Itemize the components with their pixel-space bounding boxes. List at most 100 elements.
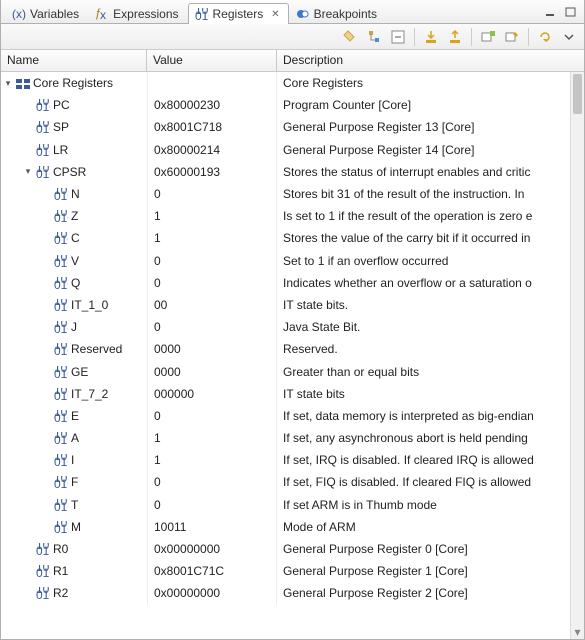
refresh-button[interactable] — [534, 26, 556, 48]
new-group-icon — [480, 29, 496, 45]
register-desc: If set ARM is in Thumb mode — [277, 498, 570, 512]
register-name: V — [71, 254, 79, 268]
table-row[interactable]: 10100101LR0x80000214General Purpose Regi… — [1, 139, 570, 161]
show-type-button[interactable] — [339, 26, 361, 48]
vertical-scrollbar[interactable]: ▾ — [570, 72, 584, 639]
register-desc: General Purpose Register 13 [Core] — [277, 120, 570, 134]
table-row[interactable]: 10100101IT_7_2000000IT state bits — [1, 383, 570, 405]
column-description[interactable]: Description — [277, 50, 584, 71]
register-desc: Stores the value of the carry bit if it … — [277, 231, 570, 245]
svg-text:0101: 0101 — [54, 233, 68, 244]
register-desc: If set, any asynchronous abort is held p… — [277, 431, 570, 445]
register-value: 1 — [147, 449, 277, 471]
close-icon[interactable]: ✕ — [271, 9, 279, 20]
table-row[interactable]: 10100101T0If set ARM is in Thumb mode — [1, 494, 570, 516]
register-value: 0 — [147, 494, 277, 516]
view-menu-button[interactable] — [558, 26, 580, 48]
register-value: 000000 — [147, 383, 277, 405]
svg-text:0101: 0101 — [54, 477, 68, 488]
svg-text:(x)=: (x)= — [12, 8, 26, 20]
maximize-button[interactable] — [564, 6, 578, 18]
binary-icon: 10100101 — [36, 587, 50, 599]
column-headers: Name Value Description — [1, 50, 584, 72]
minimize-button[interactable] — [544, 6, 558, 18]
table-row[interactable]: 10100101C1Stores the value of the carry … — [1, 227, 570, 249]
binary-icon: 10100101 — [54, 321, 68, 333]
table-row[interactable]: 10100101Q0Indicates whether an overflow … — [1, 272, 570, 294]
pin-icon — [504, 29, 520, 45]
table-row[interactable]: 10100101A1If set, any asynchronous abort… — [1, 427, 570, 449]
tab-variables[interactable]: (x)= Variables — [5, 3, 88, 24]
tab-breakpoints[interactable]: Breakpoints — [289, 3, 386, 24]
register-desc: General Purpose Register 14 [Core] — [277, 143, 570, 157]
new-group-button[interactable] — [477, 26, 499, 48]
table-row[interactable]: 10100101R10x8001C71CGeneral Purpose Regi… — [1, 560, 570, 582]
table-row[interactable]: 10100101N0Stores bit 31 of the result of… — [1, 183, 570, 205]
collapse-icon — [390, 29, 406, 45]
register-tree[interactable]: ▾Core RegistersCore Registers10100101PC0… — [1, 72, 570, 639]
binary-icon: 10100101 — [36, 166, 50, 178]
register-value: 0 — [147, 405, 277, 427]
import-icon — [423, 29, 439, 45]
table-row[interactable]: 10100101GE0000Greater than or equal bits — [1, 360, 570, 382]
register-value: 1 — [147, 427, 277, 449]
binary-icon: 10100101 — [54, 277, 68, 289]
column-value[interactable]: Value — [147, 50, 277, 71]
binary-icon: 10100101 — [54, 299, 68, 311]
register-value: 1 — [147, 205, 277, 227]
registers-icon: 10100101 — [195, 8, 209, 20]
import-button[interactable] — [420, 26, 442, 48]
scrollbar-thumb[interactable] — [573, 74, 582, 114]
register-name: GE — [71, 365, 88, 379]
pin-button[interactable] — [501, 26, 523, 48]
scroll-down-arrow[interactable]: ▾ — [571, 625, 584, 639]
register-value: 1 — [147, 227, 277, 249]
table-row[interactable]: 10100101Z1Is set to 1 if the result of t… — [1, 205, 570, 227]
twisty-icon[interactable]: ▾ — [23, 166, 33, 177]
register-value — [147, 72, 277, 94]
tab-registers[interactable]: 10100101 Registers ✕ — [188, 3, 289, 24]
show-logical-button[interactable] — [363, 26, 385, 48]
table-row[interactable]: 10100101F0If set, FIQ is disabled. If cl… — [1, 471, 570, 493]
export-button[interactable] — [444, 26, 466, 48]
register-name: M — [71, 520, 81, 534]
table-row[interactable]: 10100101R00x00000000General Purpose Regi… — [1, 538, 570, 560]
table-row[interactable]: 10100101M10011Mode of ARM — [1, 516, 570, 538]
twisty-icon[interactable]: ▾ — [3, 78, 13, 89]
table-row[interactable]: 10100101I1If set, IRQ is disabled. If cl… — [1, 449, 570, 471]
table-row[interactable]: 10100101R20x00000000General Purpose Regi… — [1, 582, 570, 604]
column-name[interactable]: Name — [1, 50, 147, 71]
expressions-icon: ƒx y — [95, 8, 109, 20]
table-row[interactable]: 10100101PC0x80000230Program Counter [Cor… — [1, 94, 570, 116]
binary-icon: 10100101 — [54, 432, 68, 444]
tree-root-row[interactable]: ▾Core RegistersCore Registers — [1, 72, 570, 94]
register-name: Q — [71, 276, 80, 290]
register-name: R0 — [53, 542, 68, 556]
table-row[interactable]: 10100101E0If set, data memory is interpr… — [1, 405, 570, 427]
svg-text:0101: 0101 — [36, 588, 50, 599]
chevron-down-icon — [564, 32, 574, 42]
register-value: 0000 — [147, 338, 277, 360]
table-row[interactable]: 10100101SP0x8001C718General Purpose Regi… — [1, 116, 570, 138]
tab-expressions[interactable]: ƒx y Expressions — [88, 3, 187, 24]
collapse-all-button[interactable] — [387, 26, 409, 48]
register-desc: IT state bits — [277, 387, 570, 401]
table-row[interactable]: 10100101IT_1_000IT state bits. — [1, 294, 570, 316]
binary-icon: 10100101 — [36, 565, 50, 577]
table-row[interactable]: ▾10100101CPSR0x60000193Stores the status… — [1, 161, 570, 183]
register-value: 0 — [147, 316, 277, 338]
register-value: 00 — [147, 294, 277, 316]
svg-text:0101: 0101 — [36, 100, 50, 111]
register-desc: General Purpose Register 1 [Core] — [277, 564, 570, 578]
register-name: R2 — [53, 586, 68, 600]
svg-text:0101: 0101 — [54, 433, 68, 444]
svg-text:0101: 0101 — [54, 322, 68, 333]
register-desc: IT state bits. — [277, 298, 570, 312]
table-row[interactable]: 10100101V0Set to 1 if an overflow occurr… — [1, 250, 570, 272]
toolbar — [1, 24, 584, 50]
table-row[interactable]: 10100101J0Java State Bit. — [1, 316, 570, 338]
table-row[interactable]: 10100101Reserved0000Reserved. — [1, 338, 570, 360]
tab-variables-label: Variables — [30, 7, 79, 21]
tab-registers-label: Registers — [213, 7, 264, 21]
binary-icon: 10100101 — [54, 232, 68, 244]
